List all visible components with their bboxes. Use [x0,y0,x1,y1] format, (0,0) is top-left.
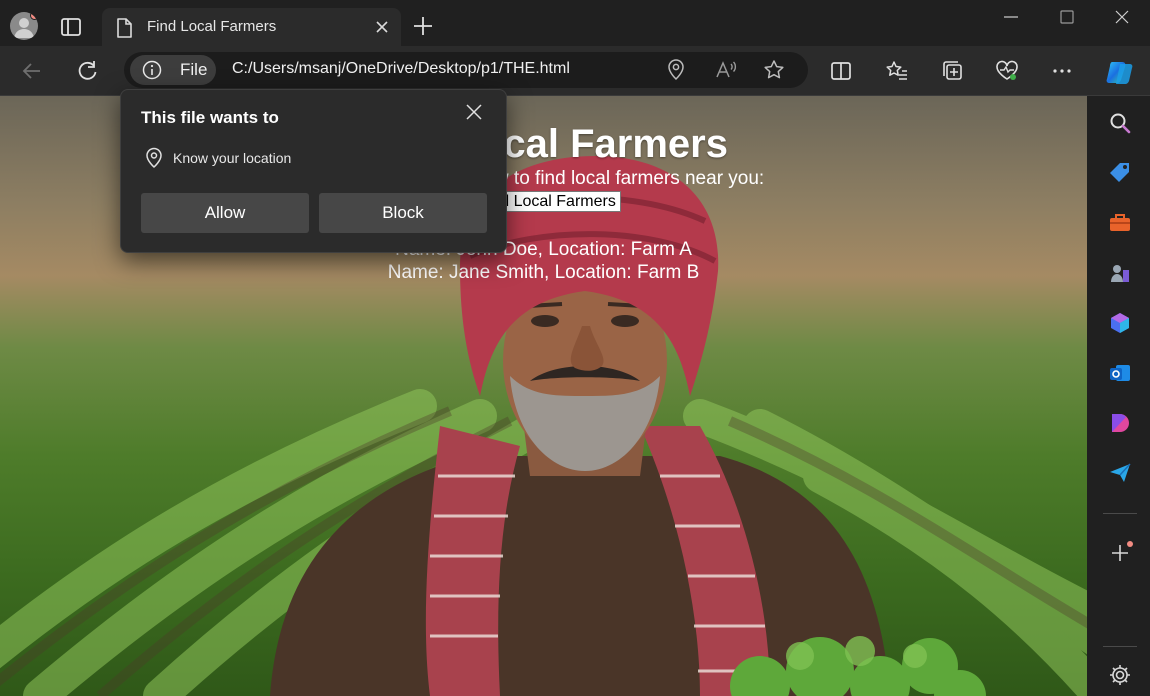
sidebar-add-button[interactable] [1107,540,1133,566]
favorites-button[interactable] [884,58,910,84]
close-icon [376,21,388,33]
send-icon [1110,463,1131,482]
games-icon [1111,265,1129,282]
address-bar[interactable]: File C:/Users/msanj/OneDrive/Desktop/p1/… [124,52,808,88]
more-icon [1053,69,1071,73]
url-text[interactable]: C:/Users/msanj/OneDrive/Desktop/p1/THE.h… [232,60,570,78]
popup-title: This file wants to [141,108,279,127]
copilot-icon [1106,62,1133,84]
favorite-star-icon [764,60,784,79]
read-aloud-button[interactable] [714,58,738,82]
sidebar-settings-button[interactable] [1107,662,1133,688]
refresh-button[interactable] [74,58,100,84]
window-close-button[interactable] [1098,4,1144,34]
tab-actions-icon [61,18,81,36]
sidebar-divider [1103,513,1137,514]
read-aloud-icon [716,61,737,78]
sidebar-tools-button[interactable] [1107,210,1133,236]
permission-text: Know your location [173,150,292,166]
sidebar-games-button[interactable] [1107,260,1133,286]
add-favorite-button[interactable] [762,58,786,82]
more-button[interactable] [1049,58,1075,84]
block-button[interactable]: Block [319,193,487,233]
sidebar-designer-button[interactable] [1107,410,1133,436]
copilot-app-icon [1111,313,1129,333]
sidebar-search-button[interactable] [1107,110,1133,136]
location-permission-popup: This file wants to Know your location Al… [120,89,507,253]
outlook-icon [1110,365,1130,381]
profile-avatar[interactable] [10,12,38,40]
shopping-tag-icon [1110,163,1129,182]
minimize-icon [1004,16,1018,18]
browser-tab[interactable]: Find Local Farmers [102,8,401,46]
split-screen-button[interactable] [828,58,854,84]
sidebar-send-button[interactable] [1107,460,1133,486]
tools-icon [1110,214,1130,231]
collections-icon [943,61,962,80]
tab-close-button[interactable] [373,18,391,36]
edge-sidebar [1087,96,1150,696]
maximize-button[interactable] [1044,4,1090,34]
refresh-icon [78,61,97,80]
sidebar-shopping-button[interactable] [1107,160,1133,186]
close-icon [466,104,482,120]
split-screen-icon [831,62,851,80]
allow-button[interactable]: Allow [141,193,309,233]
site-chip-label: File [180,60,208,79]
plus-icon [414,17,432,35]
sidebar-divider [1103,646,1137,647]
browser-essentials-button[interactable] [994,58,1020,84]
info-icon [142,60,162,80]
sidebar-outlook-button[interactable] [1107,360,1133,386]
favorites-icon [886,61,907,80]
popup-close-button[interactable] [464,102,484,122]
browser-essentials-icon [996,60,1018,80]
location-permission-button[interactable] [664,58,688,82]
site-info-button[interactable]: File [130,55,216,85]
back-icon [22,63,40,79]
designer-icon [1112,414,1129,432]
close-icon [1115,10,1129,24]
collections-button[interactable] [940,58,966,84]
document-icon [117,18,132,38]
copilot-button[interactable] [1104,56,1136,88]
tab-title: Find Local Farmers [147,18,277,35]
maximize-icon [1060,10,1074,24]
location-icon [146,147,162,169]
sidebar-copilot-button[interactable] [1107,310,1133,336]
settings-icon [1110,665,1130,685]
new-tab-button[interactable] [410,13,436,39]
location-icon [668,59,684,81]
back-button[interactable] [19,58,45,84]
tab-actions-button[interactable] [58,14,84,40]
add-icon [1112,541,1133,561]
minimize-button[interactable] [988,4,1034,34]
search-icon [1110,113,1131,134]
farmer-entry: Name: Jane Smith, Location: Farm B [387,262,700,283]
notification-dot [30,12,38,20]
title-bar: Find Local Farmers [0,0,1150,46]
